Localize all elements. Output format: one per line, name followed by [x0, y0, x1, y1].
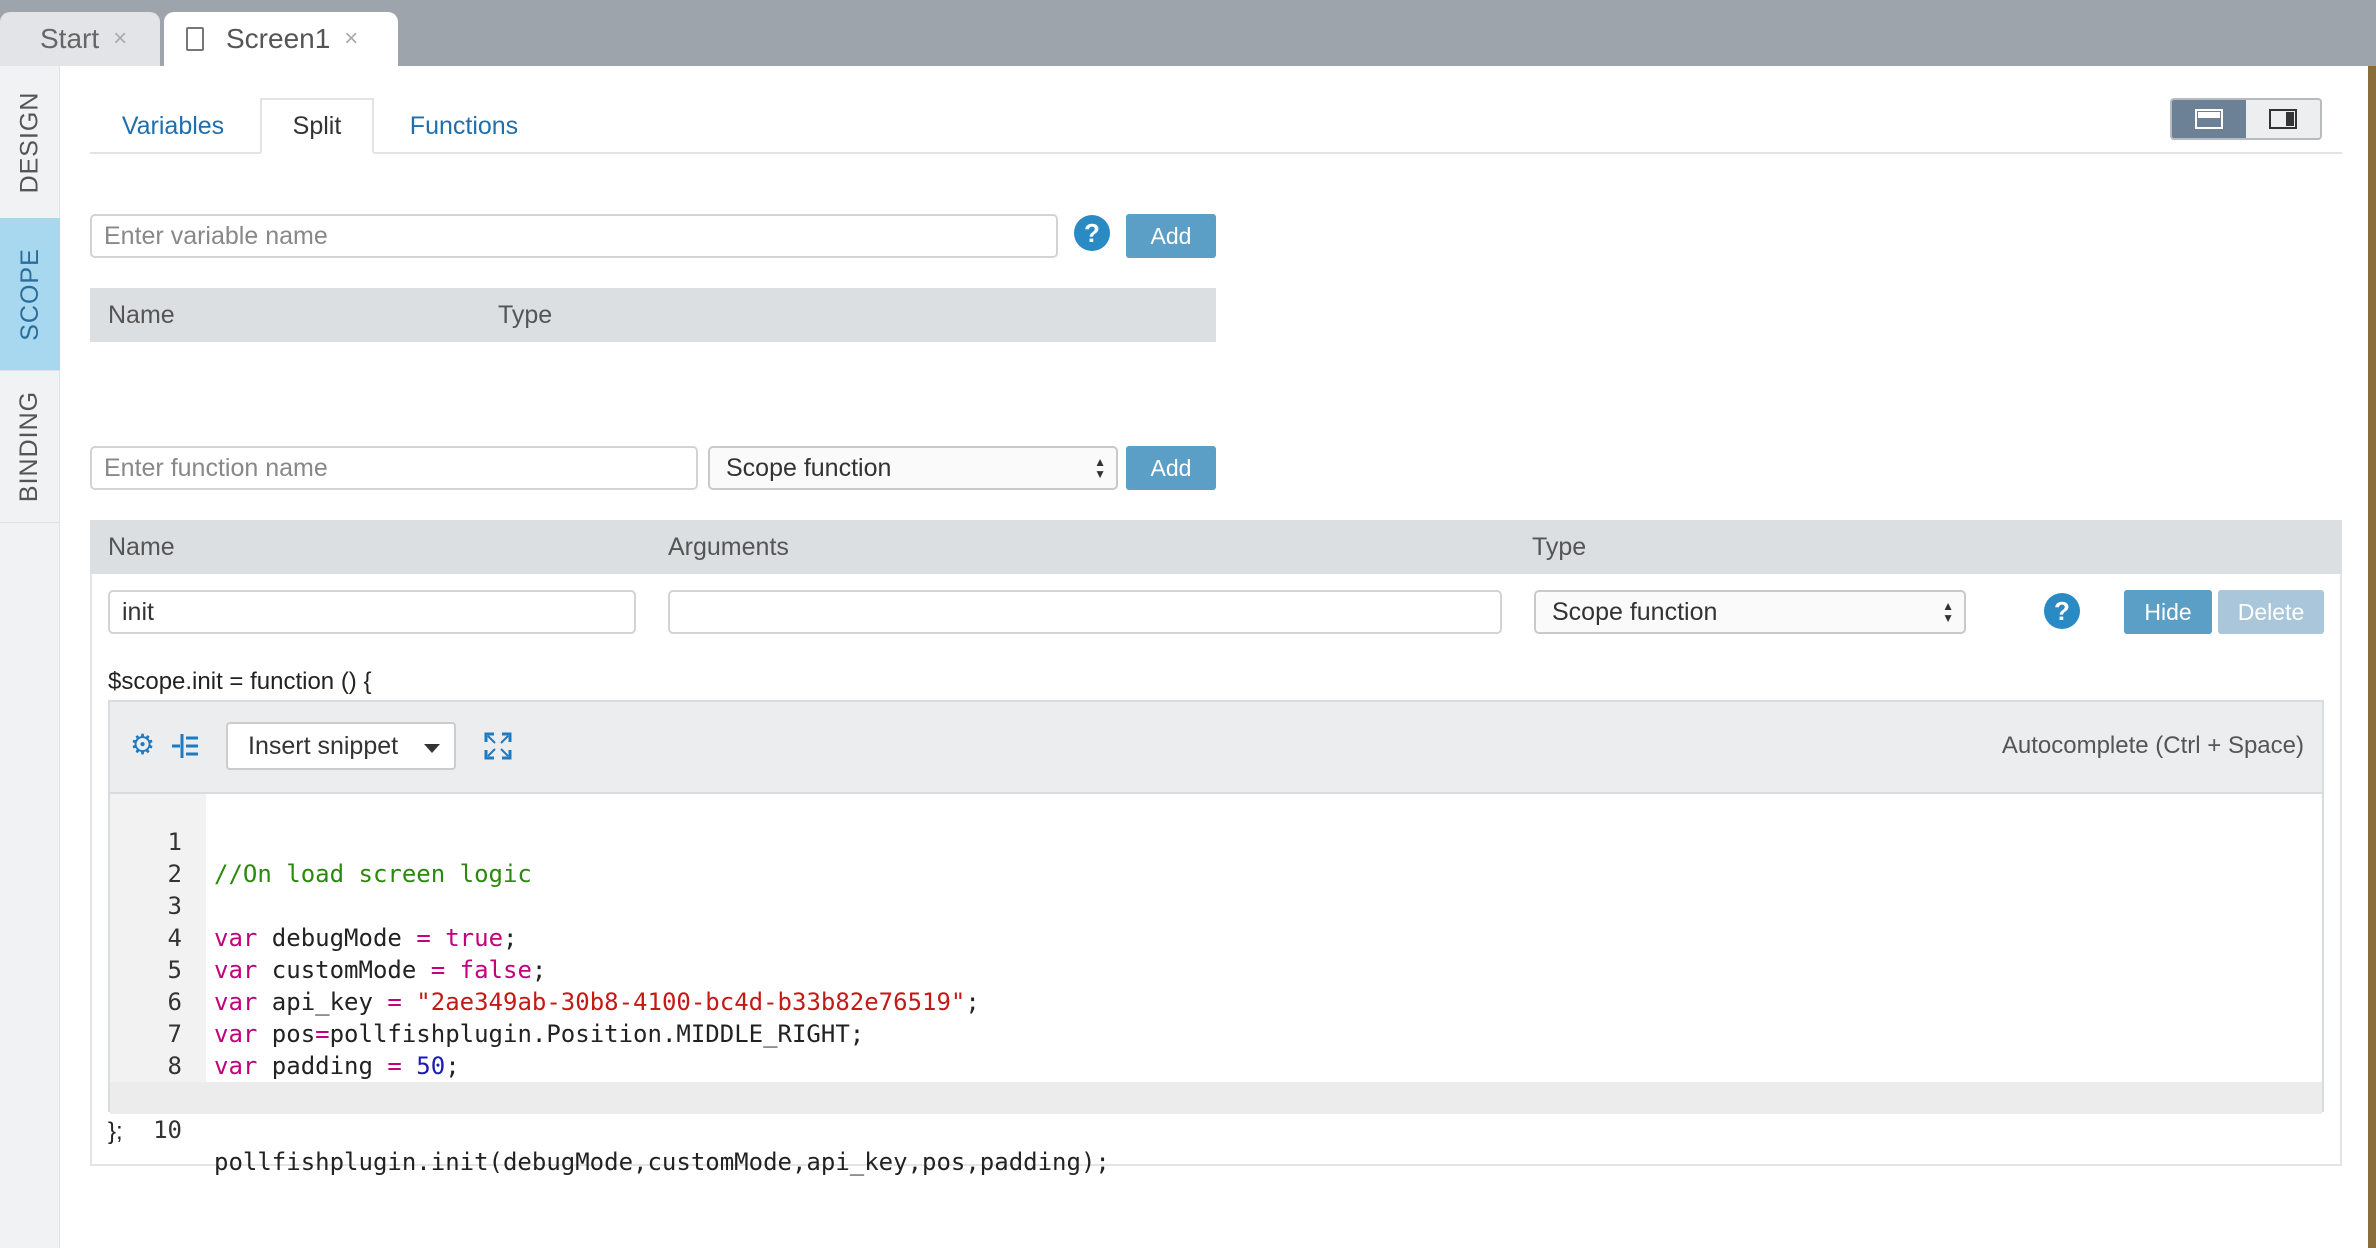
- code-line: 6 var pos=pollfishplugin.Position.MIDDLE…: [110, 954, 2322, 1048]
- side-tab-scope-label: SCOPE: [15, 247, 44, 341]
- col-arguments: Arguments: [668, 532, 789, 561]
- function-name-field[interactable]: [108, 590, 636, 634]
- indent-icon[interactable]: [172, 732, 200, 760]
- functions-table-header: Name Arguments Type: [90, 520, 2342, 574]
- code-line: 2: [110, 826, 2322, 888]
- side-tab-design[interactable]: DESIGN: [0, 66, 60, 219]
- delete-button[interactable]: Delete: [2218, 590, 2324, 634]
- col-name: Name: [108, 300, 175, 329]
- function-signature-open: $scope.init = function () {: [108, 668, 372, 695]
- function-arguments-field[interactable]: [668, 590, 1502, 634]
- code-line: 7 var padding = 50;: [110, 986, 2322, 1080]
- tab-screen1[interactable]: Screen1 ×: [164, 12, 398, 66]
- tab-variables[interactable]: Variables: [90, 98, 256, 154]
- layout-horizontal-button[interactable]: [2172, 100, 2246, 138]
- function-signature-close: };: [108, 1118, 123, 1145]
- variable-name-input[interactable]: [90, 214, 1058, 258]
- tab-screen1-label: Screen1: [226, 23, 331, 54]
- chevron-down-icon: [424, 744, 440, 753]
- hide-button[interactable]: Hide: [2124, 590, 2212, 634]
- side-tab-binding[interactable]: BINDING: [0, 370, 60, 523]
- layout-vertical-button[interactable]: [2246, 100, 2320, 138]
- side-tab-scope[interactable]: SCOPE: [0, 218, 60, 371]
- side-tab-bar: DESIGN SCOPE BINDING: [0, 66, 60, 1248]
- code-line: 8: [110, 1018, 2322, 1080]
- code-line: 1 //On load screen logic: [110, 794, 2322, 888]
- add-variable-button[interactable]: Add: [1126, 214, 1216, 258]
- editor-toolbar: ⚙ Insert snippet Autocomplete (Ctrl + Sp…: [110, 702, 2322, 792]
- col-type: Type: [498, 300, 553, 329]
- function-type-value: Scope function: [726, 453, 892, 482]
- col-type: Type: [1532, 532, 1587, 561]
- fullscreen-icon[interactable]: [484, 732, 512, 760]
- gear-icon[interactable]: ⚙: [130, 728, 155, 761]
- layout-vertical-icon: [2269, 109, 2297, 129]
- function-row-type-value: Scope function: [1552, 597, 1718, 626]
- variables-table-header: Name Type: [90, 288, 1216, 342]
- function-name-input[interactable]: [90, 446, 698, 490]
- select-arrows-icon: ▲ ▼: [1094, 455, 1106, 481]
- code-statement: pollfishplugin.init(debugMode,customMode…: [214, 1148, 1110, 1176]
- side-tab-binding-label: BINDING: [15, 390, 44, 502]
- function-row-type-select[interactable]: Scope function ▲ ▼: [1534, 590, 1966, 634]
- code-area[interactable]: 1 //On load screen logic 2 3 var debugMo…: [110, 792, 2322, 1176]
- tab-functions[interactable]: Functions: [384, 98, 544, 154]
- tab-start[interactable]: Start ×: [0, 12, 160, 66]
- select-arrows-icon: ▲ ▼: [1942, 599, 1954, 625]
- close-icon[interactable]: ×: [344, 25, 358, 53]
- col-name: Name: [108, 532, 175, 561]
- code-line: 9: [110, 1050, 2322, 1112]
- add-function-button[interactable]: Add: [1126, 446, 1216, 490]
- code-line: 5 var api_key = "2ae349ab-30b8-4100-bc4d…: [110, 922, 2322, 1016]
- function-type-select[interactable]: Scope function ▲ ▼: [708, 446, 1118, 490]
- layout-horizontal-icon: [2195, 109, 2223, 129]
- tab-split[interactable]: Split: [260, 98, 374, 154]
- close-icon[interactable]: ×: [113, 25, 127, 53]
- window-edge: [2368, 66, 2376, 1248]
- file-icon: [186, 27, 204, 51]
- code-line: 3 var debugMode = true;: [110, 858, 2322, 952]
- code-line-active: 10 pollfishplugin.init(debugMode,customM…: [110, 1082, 2322, 1176]
- code-editor: ⚙ Insert snippet Autocomplete (Ctrl + Sp…: [108, 700, 2324, 1176]
- help-icon[interactable]: ?: [2044, 593, 2080, 629]
- code-line: 4 var customMode = false;: [110, 890, 2322, 984]
- layout-toggle: [2170, 98, 2322, 140]
- autocomplete-hint: Autocomplete (Ctrl + Space): [2001, 732, 2304, 759]
- insert-snippet-dropdown[interactable]: Insert snippet: [226, 722, 456, 770]
- help-icon[interactable]: ?: [1074, 215, 1110, 251]
- tab-start-label: Start: [40, 23, 100, 54]
- insert-snippet-label: Insert snippet: [248, 731, 399, 760]
- side-tab-design-label: DESIGN: [15, 91, 44, 193]
